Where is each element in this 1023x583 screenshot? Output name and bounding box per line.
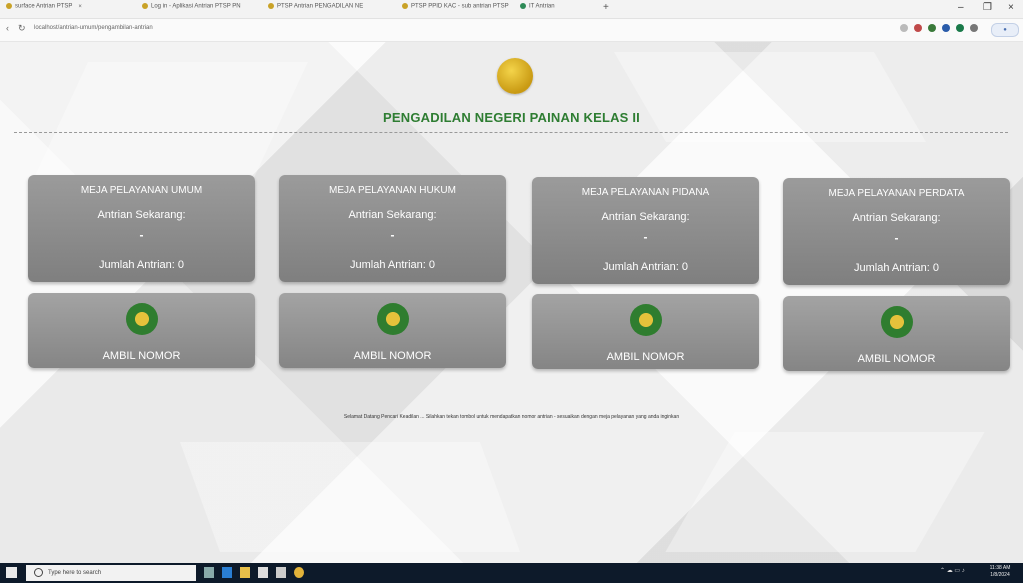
current-queue-value: - xyxy=(390,228,395,242)
url-field[interactable]: localhost/antrian-umum/pengambilan-antri… xyxy=(34,25,153,31)
current-queue-value: - xyxy=(894,231,899,245)
chrome-icon[interactable] xyxy=(294,567,304,578)
running-text: Selamat Datang Pencari Keadilan ... Sila… xyxy=(343,414,680,420)
taskbar-clock[interactable]: 11:38 AM 1/8/2024 xyxy=(985,565,1015,579)
button-label: AMBIL NOMOR xyxy=(353,350,432,362)
tab-favicon-icon xyxy=(6,3,12,9)
court-emblem-icon xyxy=(881,306,913,338)
windows-start-icon[interactable] xyxy=(6,567,17,578)
back-icon[interactable]: ‹ xyxy=(6,23,9,33)
court-emblem-icon xyxy=(377,303,409,335)
extension-icon[interactable] xyxy=(928,24,936,32)
current-queue-value: - xyxy=(643,230,648,244)
current-queue-label: Antrian Sekarang: xyxy=(601,211,690,223)
service-card-umum: MEJA PELAYANAN UMUM Antrian Sekarang: - … xyxy=(28,175,255,282)
task-view-icon[interactable] xyxy=(204,567,214,578)
button-label: AMBIL NOMOR xyxy=(857,353,936,365)
queue-count: Jumlah Antrian: 0 xyxy=(854,262,939,274)
tab-label: PTSP Antrian PENGADILAN NE xyxy=(277,3,364,10)
tab-favicon-icon xyxy=(142,3,148,9)
button-label: AMBIL NOMOR xyxy=(606,351,685,363)
service-card-pidana: MEJA PELAYANAN PIDANA Antrian Sekarang: … xyxy=(532,177,759,284)
clock-date: 1/8/2024 xyxy=(990,572,1010,578)
background-shape xyxy=(614,52,926,142)
browser-tab[interactable]: Log in - Aplikasi Antrian PTSP PN xyxy=(142,3,262,17)
tab-label: Log in - Aplikasi Antrian PTSP PN xyxy=(151,3,241,10)
tab-label: IT Antrian xyxy=(529,3,555,10)
tab-favicon-icon xyxy=(520,3,526,9)
queue-count: Jumlah Antrian: 0 xyxy=(603,261,688,273)
system-tray-icons[interactable]: ⌃ ☁ ▭ ♪ xyxy=(940,567,965,574)
service-name: MEJA PELAYANAN PIDANA xyxy=(581,187,710,198)
ambil-nomor-button-pidana[interactable]: AMBIL NOMOR xyxy=(532,294,759,369)
reload-icon[interactable]: ↻ xyxy=(18,23,26,34)
page-title: PENGADILAN NEGERI PAINAN KELAS II xyxy=(383,110,640,125)
address-bar: ‹ ↻ localhost/antrian-umum/pengambilan-a… xyxy=(0,19,1023,42)
ambil-nomor-button-perdata[interactable]: AMBIL NOMOR xyxy=(783,296,1010,371)
browser-tab[interactable]: IT Antrian xyxy=(520,3,590,17)
extension-icon[interactable] xyxy=(970,24,978,32)
browser-tab-bar: surface Antrian PTSP × Log in - Aplikasi … xyxy=(0,0,1023,19)
close-window-icon[interactable]: × xyxy=(1008,2,1014,13)
queue-count: Jumlah Antrian: 0 xyxy=(350,259,435,271)
current-queue-value: - xyxy=(139,228,144,242)
tab-favicon-icon xyxy=(268,3,274,9)
ambil-nomor-button-umum[interactable]: AMBIL NOMOR xyxy=(28,293,255,368)
current-queue-label: Antrian Sekarang: xyxy=(348,209,437,221)
ambil-nomor-button-hukum[interactable]: AMBIL NOMOR xyxy=(279,293,506,368)
mail-icon[interactable] xyxy=(276,567,286,578)
edge-icon[interactable] xyxy=(222,567,232,578)
extension-icon[interactable] xyxy=(900,24,908,32)
extension-icon[interactable] xyxy=(914,24,922,32)
maximize-icon[interactable]: ❐ xyxy=(983,2,992,13)
taskbar-search[interactable]: Type here to search xyxy=(26,565,196,581)
court-emblem-icon xyxy=(126,303,158,335)
browser-tab[interactable]: PTSP Antrian PENGADILAN NE xyxy=(268,3,378,17)
background-shape xyxy=(665,432,985,552)
new-tab-icon[interactable]: + xyxy=(603,2,609,13)
extension-icon[interactable] xyxy=(956,24,964,32)
service-name: MEJA PELAYANAN HUKUM xyxy=(329,185,456,196)
extension-icon[interactable] xyxy=(942,24,950,32)
queue-count: Jumlah Antrian: 0 xyxy=(99,259,184,271)
minimize-icon[interactable]: – xyxy=(958,2,964,13)
current-queue-label: Antrian Sekarang: xyxy=(97,209,186,221)
windows-taskbar: Type here to search ⌃ ☁ ▭ ♪ 11:38 AM 1/8/… xyxy=(0,563,1023,583)
search-placeholder: Type here to search xyxy=(48,570,102,576)
browser-tab[interactable]: PTSP PPID KAC - sub antrian PTSP xyxy=(402,3,514,17)
search-icon xyxy=(34,567,43,577)
header-divider xyxy=(14,132,1008,133)
service-name: MEJA PELAYANAN UMUM xyxy=(80,185,203,196)
service-card-hukum: MEJA PELAYANAN HUKUM Antrian Sekarang: -… xyxy=(279,175,506,282)
tab-label: surface Antrian PTSP xyxy=(15,3,73,10)
store-icon[interactable] xyxy=(258,567,268,578)
page-background: PENGADILAN NEGERI PAINAN KELAS II MEJA P… xyxy=(0,42,1023,563)
tab-label: PTSP PPID KAC - sub antrian PTSP xyxy=(411,3,509,10)
court-emblem-icon xyxy=(630,304,662,336)
court-logo xyxy=(497,58,533,94)
file-explorer-icon[interactable] xyxy=(240,567,250,578)
profile-button[interactable]: ● xyxy=(991,23,1019,37)
close-icon[interactable]: × xyxy=(78,4,82,10)
browser-tab[interactable]: surface Antrian PTSP × xyxy=(6,3,124,17)
clock-time: 11:38 AM xyxy=(989,565,1011,571)
background-shape xyxy=(179,442,521,552)
service-name: MEJA PELAYANAN PERDATA xyxy=(828,188,965,199)
current-queue-label: Antrian Sekarang: xyxy=(852,212,941,224)
tab-favicon-icon xyxy=(402,3,408,9)
button-label: AMBIL NOMOR xyxy=(102,350,181,362)
service-card-perdata: MEJA PELAYANAN PERDATA Antrian Sekarang:… xyxy=(783,178,1010,285)
